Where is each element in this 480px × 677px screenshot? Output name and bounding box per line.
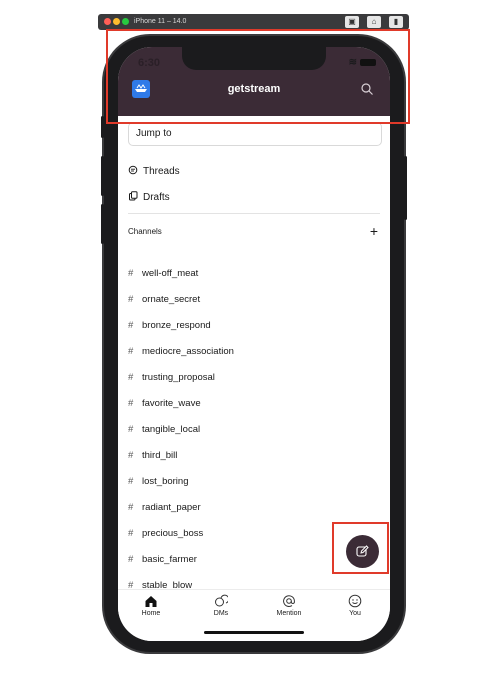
channel-item[interactable]: # trusting_proposal (128, 369, 215, 387)
compose-button[interactable] (346, 535, 379, 568)
dms-icon (215, 594, 228, 607)
channel-name: precious_boss (142, 528, 204, 539)
channel-hash-icon: # (128, 346, 134, 357)
channel-hash-icon: # (128, 372, 134, 383)
app-screen: 6:30 ≋ getstream Jump to Threads Drafts … (118, 47, 390, 641)
status-time: 6:30 (138, 57, 161, 69)
rotate-icon[interactable]: ▮ (389, 16, 403, 28)
smiley-icon (348, 594, 362, 608)
channel-hash-icon: # (128, 528, 134, 539)
channel-item[interactable]: # favorite_wave (128, 395, 201, 413)
close-window-button[interactable] (104, 18, 111, 25)
channel-hash-icon: # (128, 450, 134, 461)
home-icon (145, 596, 157, 607)
jump-to-input[interactable]: Jump to (128, 122, 382, 146)
channel-name: tangible_local (142, 424, 201, 435)
home-indicator (204, 631, 304, 634)
tab-you[interactable]: You (325, 594, 385, 617)
channel-name: favorite_wave (142, 398, 201, 409)
tab-dms[interactable]: DMs (191, 594, 251, 617)
channel-item[interactable]: # radiant_paper (128, 499, 201, 517)
channel-name: basic_farmer (142, 554, 197, 565)
channel-name: bronze_respond (142, 320, 211, 331)
threads-label: Threads (143, 166, 180, 177)
channel-item[interactable]: # precious_boss (128, 525, 203, 543)
drafts-item[interactable]: Drafts (128, 189, 170, 207)
tab-mention[interactable]: Mention (259, 594, 319, 617)
channel-hash-icon: # (128, 294, 134, 305)
wifi-icon: ≋ (348, 57, 357, 68)
channel-name: mediocre_association (142, 346, 234, 357)
status-icons: ≋ (349, 57, 376, 68)
channel-item[interactable]: # well-off_meat (128, 265, 198, 283)
drafts-label: Drafts (143, 192, 170, 203)
channel-item[interactable]: # tangible_local (128, 421, 200, 439)
tab-home[interactable]: Home (121, 594, 181, 617)
tab-you-label: You (349, 610, 361, 617)
zoom-window-button[interactable] (122, 18, 129, 25)
channel-item[interactable]: # ornate_secret (128, 291, 200, 309)
threads-item[interactable]: Threads (128, 163, 180, 181)
tab-mention-label: Mention (276, 610, 302, 617)
tab-home-label: Home (141, 610, 161, 617)
battery-icon (360, 58, 376, 66)
power-button (404, 156, 407, 220)
at-icon (283, 595, 295, 607)
screenshot-icon[interactable]: ▣ (345, 16, 359, 28)
search-icon[interactable] (360, 82, 374, 96)
tab-dms-label: DMs (213, 610, 229, 617)
phone-notch (182, 47, 326, 70)
simulator-toolbar: iPhone 11 – 14.0 ▣ ⌂ ▮ (98, 14, 409, 30)
channel-hash-icon: # (128, 554, 134, 565)
channel-hash-icon: # (128, 476, 134, 487)
channel-item[interactable]: # lost_boring (128, 473, 188, 491)
home-button-icon[interactable]: ⌂ (367, 16, 381, 28)
add-channel-button[interactable]: + (370, 221, 378, 241)
phone-frame: 6:30 ≋ getstream Jump to Threads Drafts … (101, 36, 407, 652)
threads-icon (128, 165, 138, 175)
channel-item[interactable]: # basic_farmer (128, 551, 197, 569)
volume-up-button (101, 156, 104, 196)
channel-hash-icon: # (128, 424, 134, 435)
channel-item[interactable]: # third_bill (128, 447, 177, 465)
channel-name: third_bill (142, 450, 178, 461)
compose-icon (356, 545, 369, 557)
workspace-title: getstream (227, 83, 281, 95)
channel-hash-icon: # (128, 268, 134, 279)
channel-name: lost_boring (142, 476, 189, 487)
channel-item[interactable]: # bronze_respond (128, 317, 211, 335)
channel-name: ornate_secret (142, 294, 201, 305)
channel-hash-icon: # (128, 502, 134, 513)
channel-hash-icon: # (128, 398, 134, 409)
drafts-icon (129, 191, 138, 201)
channel-hash-icon: # (128, 320, 134, 331)
channel-name: trusting_proposal (142, 372, 215, 383)
volume-down-button (101, 204, 104, 244)
channel-name: well-off_meat (142, 268, 199, 279)
channel-name: radiant_paper (142, 502, 201, 513)
mute-switch (101, 116, 104, 138)
simulator-title: iPhone 11 – 14.0 (134, 18, 187, 25)
channels-section-title: Channels (128, 227, 162, 236)
channel-item[interactable]: # mediocre_association (128, 343, 234, 361)
section-divider (128, 213, 380, 214)
minimize-window-button[interactable] (113, 18, 120, 25)
